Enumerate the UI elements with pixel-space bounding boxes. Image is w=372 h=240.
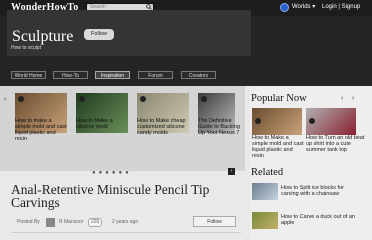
login-signup-link[interactable]: Login | Signup — [322, 3, 360, 12]
related-item-link[interactable]: How to Carve a duck out of an apple — [281, 214, 361, 226]
globe-icon — [280, 3, 289, 12]
carousel-next-button[interactable]: › — [228, 168, 235, 175]
play-icon — [255, 118, 261, 124]
related-heading: Related — [251, 167, 284, 178]
play-icon — [79, 96, 85, 102]
post-time: 2 years ago — [112, 219, 139, 225]
divider — [11, 232, 241, 233]
article-headline[interactable]: Anal-Retentive Miniscule Pencil Tip Carv… — [11, 183, 241, 210]
play-icon — [140, 96, 146, 102]
author-avatar[interactable] — [46, 218, 55, 227]
tab-inspiration[interactable]: Inspiration — [95, 71, 130, 79]
carousel-caption[interactable]: How to Make cheap customized silicone ca… — [137, 118, 189, 136]
carousel-caption[interactable]: The Definitive Guide to Backing Up Your … — [198, 118, 241, 136]
worlds-menu[interactable]: Worlds ▾ — [292, 3, 315, 12]
page-subtitle: How to sculpt — [11, 45, 42, 51]
popular-prev-button[interactable]: ‹ — [341, 95, 343, 103]
author-name[interactable]: R Mansoor — [59, 219, 83, 226]
popular-next-button[interactable]: › — [352, 95, 354, 103]
follow-button[interactable]: Follow — [193, 216, 236, 227]
play-icon — [309, 118, 315, 124]
popular-caption[interactable]: How to Make a simple mold and cast liqui… — [252, 135, 304, 159]
tab-creators[interactable]: Creators — [181, 71, 216, 79]
carousel-caption[interactable]: How to make a simple mold and cast liqui… — [15, 118, 67, 142]
tab-forum[interactable]: Forum — [138, 71, 173, 79]
follow-world-button[interactable]: Follow — [84, 29, 114, 40]
author-score-badge: 226 — [88, 218, 103, 227]
popular-now-heading: Popular Now — [251, 93, 307, 104]
page-title: Sculpture — [12, 28, 74, 45]
popular-thumbnail[interactable] — [306, 108, 356, 135]
popular-caption[interactable]: How to Turn an old beat up shirt into a … — [306, 135, 366, 153]
tab-how-to[interactable]: How-To — [53, 71, 88, 79]
carousel-prev-button[interactable]: ‹ — [4, 96, 6, 104]
play-icon — [201, 96, 207, 102]
popular-thumbnail[interactable] — [252, 108, 302, 135]
tab-world-home[interactable]: World Home — [11, 71, 46, 79]
related-item-link[interactable]: How to Split ice blocks for carving with… — [281, 185, 361, 197]
carousel-caption[interactable]: How to Make a silicone mold — [76, 118, 128, 130]
play-icon — [18, 96, 24, 102]
posted-by-label: Posted By — [17, 219, 40, 225]
related-thumbnail[interactable] — [252, 183, 278, 200]
carousel-pagination-dots[interactable]: ●●●●●● — [92, 170, 132, 176]
related-thumbnail[interactable] — [252, 212, 278, 229]
